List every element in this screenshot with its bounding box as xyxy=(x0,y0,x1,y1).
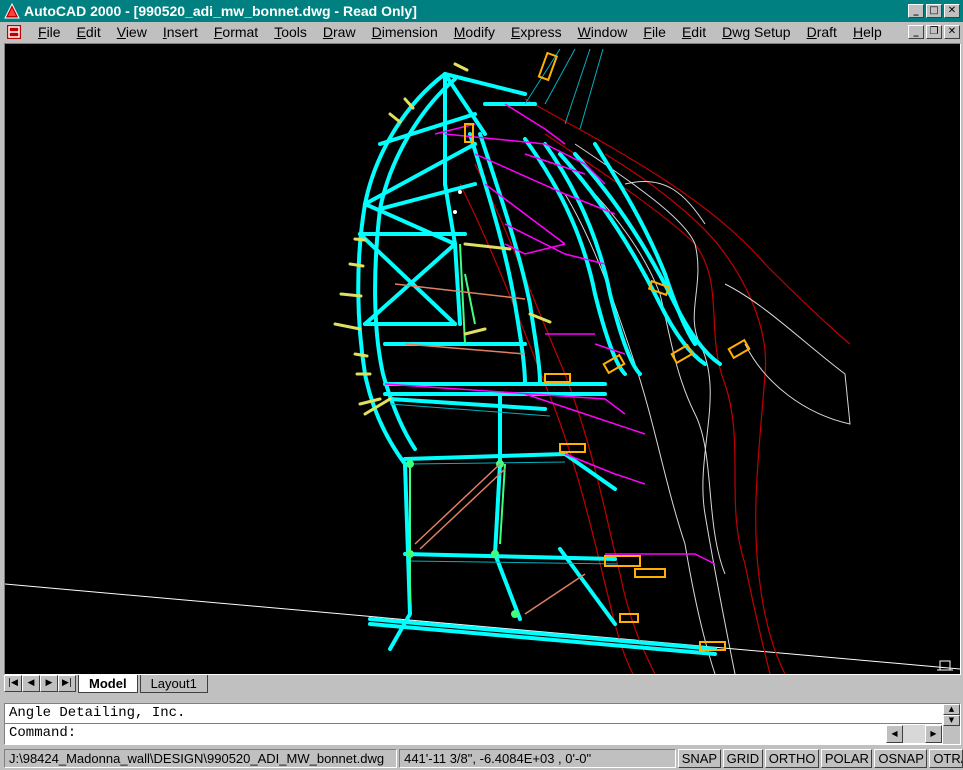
prev-tab-button[interactable]: ◀ xyxy=(22,675,40,692)
doc-close-button[interactable]: ✕ xyxy=(944,25,960,39)
menu-dwg-setup[interactable]: Dwg Setup xyxy=(714,24,799,40)
doc-restore-button[interactable]: ❐ xyxy=(926,25,942,39)
coordinate-readout[interactable]: 441'-11 3/8", -6.4084E+03 , 0'-0" xyxy=(399,748,676,768)
snap-toggle[interactable]: SNAP xyxy=(677,748,721,768)
scroll-up-icon[interactable]: ▲ xyxy=(943,704,960,715)
maximize-button[interactable]: □ xyxy=(926,4,942,18)
menu-file[interactable]: File xyxy=(30,24,69,40)
command-vertical-scrollbar[interactable]: ▲ ▼ xyxy=(943,704,960,744)
scroll-left-icon[interactable]: ◀ xyxy=(886,725,903,743)
minimize-button[interactable]: _ xyxy=(908,4,924,18)
close-button[interactable]: ✕ xyxy=(944,4,960,18)
command-window[interactable]: Angle Detailing, Inc. Command: ▲ ▼ ◀ ▶ xyxy=(4,703,961,745)
command-horizontal-scrollbar[interactable]: ◀ ▶ xyxy=(886,725,942,743)
status-bar: J:\98424_Madonna_wall\DESIGN\990520_ADI_… xyxy=(4,748,963,768)
tab-model[interactable]: Model xyxy=(78,675,138,693)
menu-edit-2[interactable]: Edit xyxy=(674,24,714,40)
menu-tools[interactable]: Tools xyxy=(266,24,315,40)
scroll-track[interactable] xyxy=(903,725,925,743)
autocad-app-icon[interactable] xyxy=(4,3,20,19)
menu-window[interactable]: Window xyxy=(570,24,636,40)
menu-format[interactable]: Format xyxy=(206,24,266,40)
menu-insert[interactable]: Insert xyxy=(155,24,206,40)
cad-drawing[interactable] xyxy=(5,44,960,674)
otrack-toggle[interactable]: OTRACK xyxy=(929,748,963,768)
menu-bar: File Edit View Insert Format Tools Draw … xyxy=(0,22,963,42)
first-tab-button[interactable]: |◀ xyxy=(4,675,22,692)
command-prompt: Command: xyxy=(9,725,77,741)
grid-toggle[interactable]: GRID xyxy=(722,748,763,768)
doc-minimize-button[interactable]: _ xyxy=(908,25,924,39)
title-bar[interactable]: AutoCAD 2000 - [990520_adi_mw_bonnet.dwg… xyxy=(0,0,963,22)
menu-help[interactable]: Help xyxy=(845,24,890,40)
command-history: Angle Detailing, Inc. xyxy=(9,705,186,721)
menu-express[interactable]: Express xyxy=(503,24,570,40)
last-tab-button[interactable]: ▶| xyxy=(58,675,76,692)
next-tab-button[interactable]: ▶ xyxy=(40,675,58,692)
tab-layout1[interactable]: Layout1 xyxy=(139,675,208,693)
drawing-document-icon[interactable] xyxy=(6,24,22,40)
layout-tab-bar: |◀ ◀ ▶ ▶| Model Layout1 xyxy=(4,675,961,697)
file-path: J:\98424_Madonna_wall\DESIGN\990520_ADI_… xyxy=(4,748,398,768)
ortho-toggle[interactable]: ORTHO xyxy=(764,748,819,768)
menu-file-2[interactable]: File xyxy=(635,24,674,40)
menu-view[interactable]: View xyxy=(109,24,155,40)
osnap-toggle[interactable]: OSNAP xyxy=(874,748,928,768)
menu-draft[interactable]: Draft xyxy=(799,24,845,40)
model-space-viewport[interactable] xyxy=(4,43,961,675)
scroll-down-icon[interactable]: ▼ xyxy=(943,715,960,726)
scroll-right-icon[interactable]: ▶ xyxy=(925,725,942,743)
menu-draw[interactable]: Draw xyxy=(315,24,364,40)
menu-edit[interactable]: Edit xyxy=(69,24,109,40)
command-prompt-line[interactable]: Command: xyxy=(5,724,960,743)
polar-toggle[interactable]: POLAR xyxy=(820,748,873,768)
menu-dimension[interactable]: Dimension xyxy=(364,24,446,40)
menu-modify[interactable]: Modify xyxy=(446,24,503,40)
window-title: AutoCAD 2000 - [990520_adi_mw_bonnet.dwg… xyxy=(24,3,417,19)
